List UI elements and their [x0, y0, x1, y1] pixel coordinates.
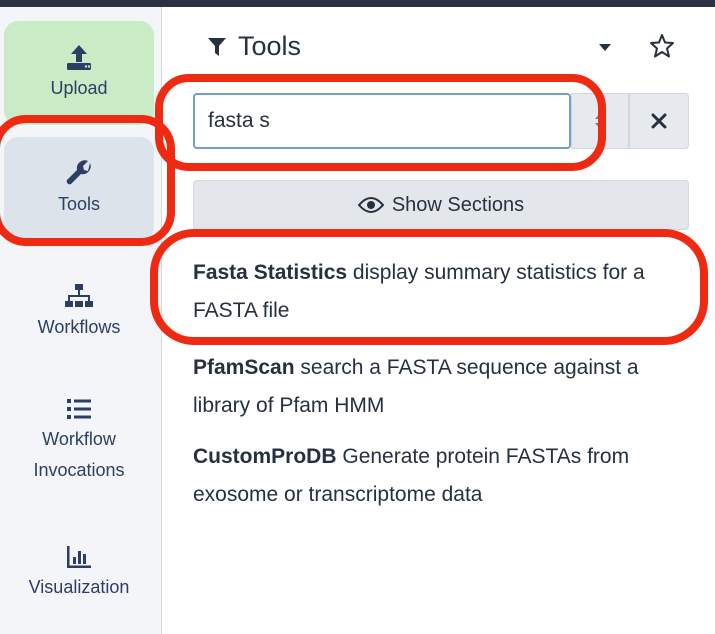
tool-search-input[interactable]	[193, 93, 571, 149]
clear-search-button[interactable]	[629, 93, 689, 149]
tool-result-item[interactable]: CustomProDB Generate protein FASTAs from…	[193, 438, 693, 514]
activity-workflows-label: Workflows	[37, 316, 121, 337]
activity-bar: Upload Tools Workflows Workflow Invocati…	[0, 7, 162, 634]
activity-tools-label: Tools	[57, 193, 101, 214]
activity-upload-button[interactable]: Upload	[4, 21, 154, 125]
activity-upload-label: Upload	[50, 77, 108, 98]
tool-name: PfamScan	[193, 356, 295, 379]
eye-icon	[357, 197, 384, 213]
star-icon[interactable]	[649, 33, 675, 59]
panel-title-text: Tools	[238, 31, 302, 61]
sort-icon	[595, 113, 605, 129]
tool-panel: Tools Show Sections Fasta Statistics dis…	[162, 7, 715, 634]
activity-invocations-button[interactable]: Workflow Invocations	[4, 377, 154, 502]
activity-tools-button[interactable]: Tools	[4, 137, 154, 241]
activity-visualization-label: Visualization	[28, 576, 130, 597]
tool-search	[193, 93, 689, 149]
activity-invocations-label: Workflow Invocations	[33, 428, 125, 480]
filter-icon	[208, 37, 226, 56]
tool-result-item[interactable]: Fasta Statistics display summary statist…	[193, 254, 693, 330]
tool-name: CustomProDB	[193, 445, 337, 468]
sitemap-icon	[65, 283, 93, 307]
upload-icon	[67, 44, 91, 70]
activity-visualization-button[interactable]: Visualization	[4, 522, 154, 622]
chart-icon	[67, 545, 91, 568]
list-icon	[67, 398, 91, 419]
wrench-icon	[66, 159, 91, 184]
close-icon	[651, 113, 667, 129]
panel-title: Tools	[207, 31, 301, 62]
tool-name: Fasta Statistics	[193, 261, 348, 284]
tool-result-item[interactable]: PfamScan search a FASTA sequence against…	[193, 349, 693, 425]
show-sections-button[interactable]: Show Sections	[193, 180, 689, 230]
top-bar	[0, 0, 715, 7]
activity-workflows-button[interactable]: Workflows	[4, 262, 154, 362]
show-sections-label: Show Sections	[391, 193, 525, 216]
advanced-search-button[interactable]	[571, 93, 629, 149]
caret-down-icon[interactable]	[598, 43, 612, 53]
